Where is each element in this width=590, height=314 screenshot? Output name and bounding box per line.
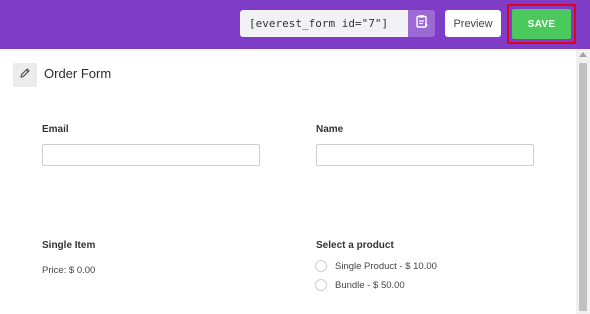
scrollbar-thumb[interactable] xyxy=(579,63,587,311)
pencil-icon xyxy=(19,66,31,84)
product-option-bundle[interactable]: Bundle - $ 50.00 xyxy=(315,279,405,291)
product-option-label: Bundle - $ 50.00 xyxy=(335,279,405,291)
single-item-price: Price: $ 0.00 xyxy=(42,265,96,276)
builder-toolbar: [everest_form id="7"] Preview SAVE xyxy=(0,0,590,49)
scroll-up-arrow-icon[interactable] xyxy=(579,52,587,57)
product-option-single[interactable]: Single Product - $ 10.00 xyxy=(315,260,437,272)
name-field[interactable] xyxy=(316,144,534,166)
single-item-label: Single Item xyxy=(42,240,96,251)
save-button[interactable]: SAVE xyxy=(512,9,571,39)
name-label: Name xyxy=(316,124,344,135)
clipboard-icon xyxy=(415,14,429,33)
shortcode-field[interactable]: [everest_form id="7"] xyxy=(240,10,408,37)
radio-button[interactable] xyxy=(315,279,327,291)
vertical-scrollbar[interactable] xyxy=(576,49,590,314)
copy-shortcode-button[interactable] xyxy=(408,10,435,37)
edit-form-title-button[interactable] xyxy=(13,63,37,87)
product-option-label: Single Product - $ 10.00 xyxy=(335,260,437,272)
email-field[interactable] xyxy=(42,144,260,166)
form-title: Order Form xyxy=(44,66,112,81)
preview-button[interactable]: Preview xyxy=(445,10,501,37)
select-product-label: Select a product xyxy=(316,240,394,251)
radio-button[interactable] xyxy=(315,260,327,272)
email-label: Email xyxy=(42,124,69,135)
